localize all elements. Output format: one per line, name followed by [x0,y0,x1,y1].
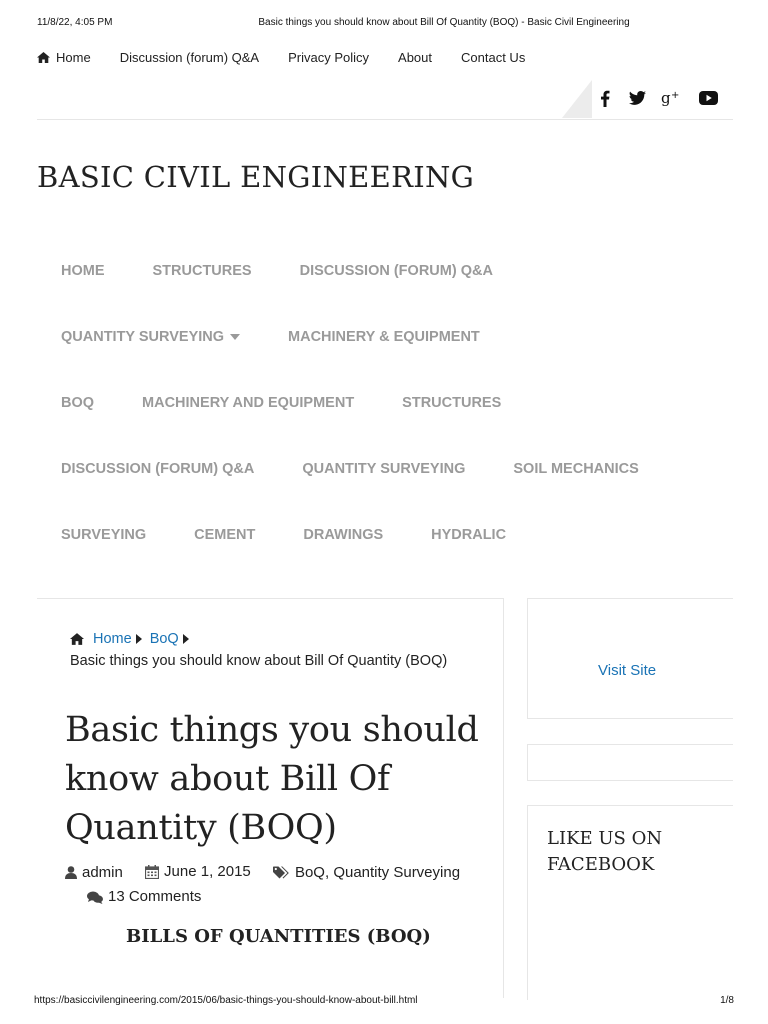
social-links: g + [562,80,732,118]
menu-item-soil-mechanics[interactable]: SOIL MECHANICS [489,461,662,477]
like-us-heading: LIKE US ON FACEBOOK [547,828,663,875]
menu-item-home[interactable]: HOME [37,263,129,279]
print-url: https://basiccivilengineering.com/2015/0… [34,995,418,1006]
caret-down-icon [230,334,241,340]
main-menu-row: BOQ MACHINERY AND EQUIPMENT STRUCTURES [37,370,525,436]
post-date-text: June 1, 2015 [164,863,251,880]
corner-fold-decoration [562,80,592,118]
post-comments[interactable]: 13 Comments [87,886,201,908]
post-meta: admin June 1, 2015 BoQ, Quantity Surveyi… [65,861,465,911]
post-author[interactable]: admin [65,862,123,884]
top-nav-contact-label: Contact Us [461,49,526,65]
section-heading: BILLS OF QUANTITIES (BOQ) [126,926,431,947]
youtube-icon[interactable] [698,88,718,108]
main-menu-row: HOME STRUCTURES DISCUSSION (FORUM) Q&A [37,238,517,304]
top-nav: Home Discussion (forum) Q&A Privacy Poli… [37,48,554,66]
google-plus-icon[interactable]: g + [661,88,681,108]
top-nav-discussion[interactable]: Discussion (forum) Q&A [120,50,259,65]
tags-icon [272,866,289,879]
menu-item-quantity-surveying-label: QUANTITY SURVEYING [61,329,225,345]
post-comments-count: 13 Comments [108,888,202,905]
home-icon [37,51,50,63]
main-menu-row: DISCUSSION (FORUM) Q&A QUANTITY SURVEYIN… [37,436,663,502]
menu-item-boq[interactable]: BOQ [37,395,118,411]
breadcrumb-home-link[interactable]: Home [93,628,132,650]
top-nav-privacy-label: Privacy Policy [288,49,370,65]
menu-item-drawings[interactable]: DRAWINGS [279,527,407,543]
sidebar-widget-visit: Visit Site [527,598,733,719]
svg-text:+: + [671,90,679,101]
post-category-separator: , [324,863,330,881]
menu-item-cement[interactable]: CEMENT [170,527,279,543]
menu-item-discussion[interactable]: DISCUSSION (FORUM) Q&A [276,263,517,279]
comments-icon [87,891,103,904]
print-page-number: 1/8 [720,995,734,1006]
menu-item-quantity-surveying-2[interactable]: QUANTITY SURVEYING [278,461,489,477]
header-divider [37,119,733,120]
top-nav-discussion-label: Discussion (forum) Q&A [119,49,260,65]
sidebar-widget-empty [527,744,733,781]
main-menu-row: QUANTITY SURVEYING MACHINERY & EQUIPMENT [37,304,504,370]
svg-text:g: g [661,89,671,107]
menu-item-hydralic[interactable]: HYDRALIC [407,527,530,543]
breadcrumb-category-link[interactable]: BoQ [150,628,179,650]
post-author-name: admin [82,863,123,881]
print-document-title: Basic things you should know about Bill … [258,17,630,28]
sidebar-widget-facebook: LIKE US ON FACEBOOK [527,805,733,1000]
post-categories: BoQ, Quantity Surveying [272,862,460,884]
breadcrumb-current: Basic things you should know about Bill … [70,653,448,669]
menu-item-structures[interactable]: STRUCTURES [129,263,276,279]
post-title: Basic things you should know about Bill … [65,710,479,848]
menu-item-quantity-surveying-dropdown[interactable]: QUANTITY SURVEYING [37,329,264,345]
main-menu-row: SURVEYING CEMENT DRAWINGS HYDRALIC [37,502,530,568]
visit-site-link[interactable]: Visit Site [598,662,656,679]
top-nav-contact-us[interactable]: Contact Us [461,50,525,65]
home-icon [70,633,84,645]
menu-item-machinery-and-equipment[interactable]: MACHINERY AND EQUIPMENT [118,395,378,411]
caret-right-icon [135,634,142,644]
facebook-icon[interactable] [595,88,615,108]
post-category-quantity-surveying[interactable]: Quantity Surveying [333,862,460,884]
print-footer: https://basiccivilengineering.com/2015/0… [0,995,768,1009]
menu-item-surveying[interactable]: SURVEYING [37,527,170,543]
post-category-boq[interactable]: BoQ [295,862,325,884]
print-header: 11/8/22, 4:05 PM Basic things you should… [0,17,768,31]
post-date: June 1, 2015 [145,861,251,883]
menu-item-discussion-2[interactable]: DISCUSSION (FORUM) Q&A [37,461,278,477]
top-nav-about[interactable]: About [398,50,432,65]
calendar-icon [145,865,160,879]
top-nav-home-label: Home [56,49,91,65]
site-title[interactable]: BASIC CIVIL ENGINEERING [37,160,474,194]
menu-item-structures-2[interactable]: STRUCTURES [378,395,525,411]
twitter-icon[interactable] [627,88,647,108]
top-nav-home[interactable]: Home [37,50,91,65]
menu-item-machinery-equipment[interactable]: MACHINERY & EQUIPMENT [264,329,504,345]
top-nav-privacy-policy[interactable]: Privacy Policy [288,50,369,65]
breadcrumb: Home BoQ Basic things you should know ab… [70,628,470,672]
user-icon [65,866,77,879]
top-nav-about-label: About [398,49,433,65]
caret-right-icon [182,634,189,644]
